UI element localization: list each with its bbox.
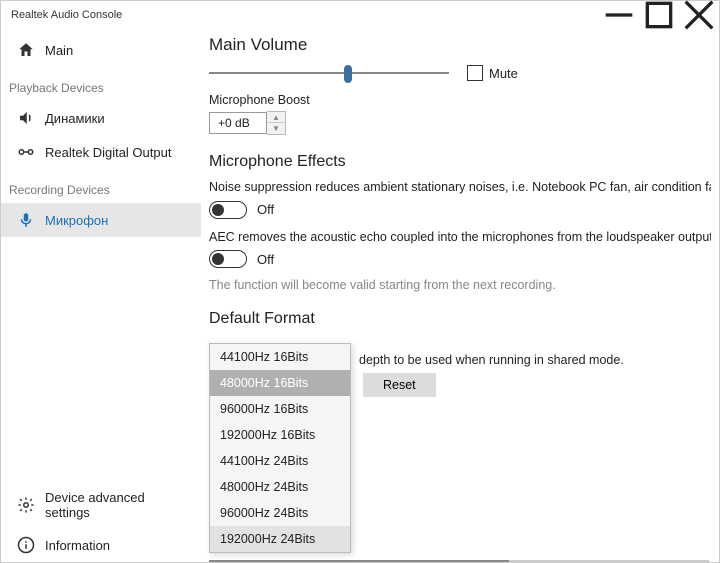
- volume-slider-thumb[interactable]: [344, 65, 352, 83]
- sidebar: Main Playback Devices Динамики Realtek D…: [1, 29, 201, 562]
- noise-suppression-description: Noise suppression reduces ambient statio…: [209, 179, 711, 197]
- format-option[interactable]: 44100Hz 16Bits: [210, 344, 350, 370]
- info-icon: [17, 536, 35, 554]
- sidebar-item-label: Information: [45, 538, 110, 553]
- sidebar-item-information[interactable]: Information: [1, 528, 201, 562]
- default-format-heading: Default Format: [209, 310, 711, 328]
- format-option[interactable]: 48000Hz 16Bits: [210, 370, 350, 396]
- sidebar-item-microphone[interactable]: Микрофон: [1, 203, 201, 237]
- checkbox-box[interactable]: [467, 65, 483, 81]
- microphone-icon: [17, 211, 35, 229]
- format-option[interactable]: 192000Hz 16Bits: [210, 422, 350, 448]
- default-format-description: depth to be used when running in shared …: [359, 353, 624, 367]
- format-option[interactable]: 44100Hz 24Bits: [210, 448, 350, 474]
- format-option[interactable]: 96000Hz 24Bits: [210, 500, 350, 526]
- format-option[interactable]: 192000Hz 24Bits: [210, 526, 350, 552]
- mute-checkbox[interactable]: Mute: [467, 65, 518, 81]
- reset-button[interactable]: Reset: [363, 373, 436, 397]
- volume-slider[interactable]: [209, 63, 449, 83]
- effects-hint: The function will become valid starting …: [209, 278, 711, 292]
- sidebar-section-recording: Recording Devices: [1, 169, 201, 203]
- main-volume-heading: Main Volume: [209, 35, 711, 55]
- sidebar-item-label: Микрофон: [45, 213, 108, 228]
- close-button[interactable]: [679, 1, 719, 29]
- microphone-boost-label: Microphone Boost: [209, 93, 711, 107]
- minimize-button[interactable]: [599, 1, 639, 29]
- horizontal-scrollbar[interactable]: [209, 560, 709, 562]
- window-controls: [599, 1, 719, 29]
- maximize-button[interactable]: [639, 1, 679, 29]
- sidebar-item-label: Device advanced settings: [45, 490, 185, 520]
- window-title: Realtek Audio Console: [11, 9, 122, 21]
- sidebar-item-speakers[interactable]: Динамики: [1, 101, 201, 135]
- title-bar: Realtek Audio Console: [1, 1, 719, 29]
- spinner-up-icon[interactable]: ▲: [267, 112, 285, 123]
- aec-state: Off: [257, 252, 274, 267]
- sidebar-section-playback: Playback Devices: [1, 67, 201, 101]
- gear-icon: [17, 496, 35, 514]
- sidebar-item-label: Динамики: [45, 111, 105, 126]
- sidebar-item-advanced-settings[interactable]: Device advanced settings: [1, 482, 201, 528]
- speaker-icon: [17, 109, 35, 127]
- noise-suppression-toggle[interactable]: [209, 201, 247, 219]
- digital-output-icon: [17, 143, 35, 161]
- home-icon: [17, 41, 35, 59]
- sidebar-item-label: Main: [45, 43, 73, 58]
- default-format-dropdown[interactable]: 44100Hz 16Bits48000Hz 16Bits96000Hz 16Bi…: [209, 343, 351, 553]
- noise-suppression-state: Off: [257, 202, 274, 217]
- microphone-effects-heading: Microphone Effects: [209, 153, 711, 171]
- microphone-boost-value[interactable]: +0 dB: [209, 112, 267, 134]
- spinner-down-icon[interactable]: ▼: [267, 123, 285, 134]
- sidebar-item-digital-output[interactable]: Realtek Digital Output: [1, 135, 201, 169]
- microphone-boost-spinner[interactable]: ▲ ▼: [267, 111, 286, 135]
- aec-toggle[interactable]: [209, 250, 247, 268]
- format-option[interactable]: 96000Hz 16Bits: [210, 396, 350, 422]
- sidebar-item-label: Realtek Digital Output: [45, 145, 171, 160]
- format-option[interactable]: 48000Hz 24Bits: [210, 474, 350, 500]
- mute-label: Mute: [489, 66, 518, 81]
- scrollbar-thumb[interactable]: [209, 560, 509, 562]
- sidebar-item-main[interactable]: Main: [1, 33, 201, 67]
- aec-description: AEC removes the acoustic echo coupled in…: [209, 229, 711, 247]
